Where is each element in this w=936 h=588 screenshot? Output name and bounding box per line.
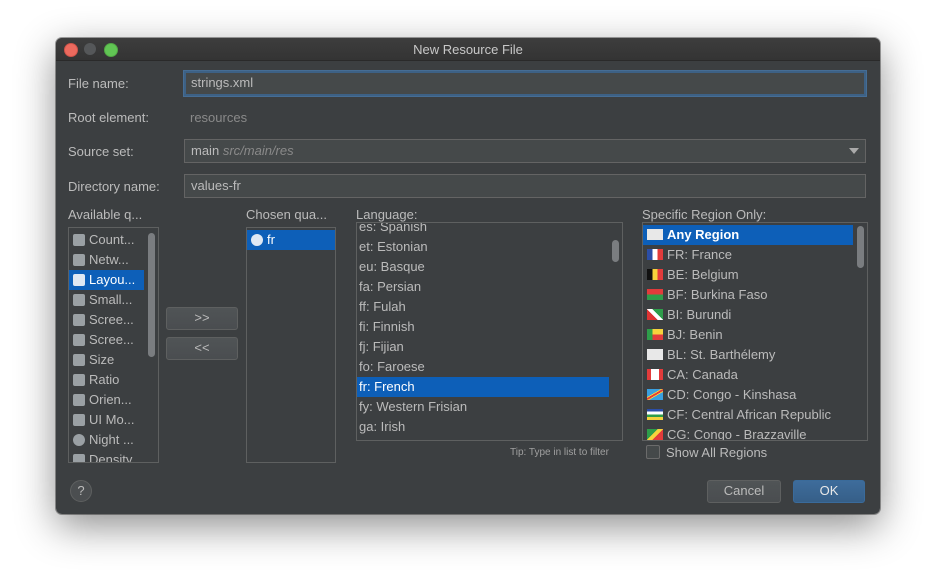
chevron-down-icon <box>849 148 859 154</box>
source-set-label: Source set: <box>68 144 134 159</box>
window-title: New Resource File <box>413 42 523 57</box>
list-item[interactable]: CF: Central African Republic <box>643 405 855 425</box>
available-qualifiers-header: Available q... <box>68 207 143 222</box>
list-item[interactable]: fj: Fijian <box>357 337 611 357</box>
list-item[interactable]: fa: Persian <box>357 277 611 297</box>
list-item[interactable]: Ratio <box>69 370 146 390</box>
screen-height-icon <box>73 334 85 346</box>
list-item[interactable]: CD: Congo - Kinshasa <box>643 385 855 405</box>
layout-icon <box>73 274 85 286</box>
list-item[interactable]: Scree... <box>69 330 146 350</box>
title-bar: New Resource File <box>56 38 880 61</box>
list-item[interactable]: es: Spanish <box>357 223 611 237</box>
list-item[interactable]: Size <box>69 350 146 370</box>
list-item[interactable]: fr <box>247 230 335 250</box>
list-item[interactable]: ga: Irish <box>357 417 611 437</box>
benin-flag-icon <box>647 329 663 340</box>
chosen-qualifiers-header: Chosen qua... <box>246 207 327 222</box>
directory-name-input[interactable]: values-fr <box>184 174 866 198</box>
list-item[interactable]: BL: St. Barthélemy <box>643 345 855 365</box>
list-item[interactable]: BF: Burkina Faso <box>643 285 855 305</box>
chosen-qualifiers-list[interactable]: fr <box>246 227 336 463</box>
region-list[interactable]: Any Region FR: France BE: Belgium BF: Bu… <box>642 222 868 441</box>
canada-flag-icon <box>647 369 663 380</box>
add-qualifier-button[interactable]: >> <box>166 307 238 330</box>
directory-name-value: values-fr <box>191 178 241 193</box>
list-item[interactable]: BE: Belgium <box>643 265 855 285</box>
list-item[interactable]: CA: Canada <box>643 365 855 385</box>
list-item[interactable]: Layou... <box>69 270 144 290</box>
france-flag-icon <box>647 249 663 260</box>
st-barthelemy-flag-icon <box>647 349 663 360</box>
size-icon <box>73 354 85 366</box>
language-list[interactable]: es: Spanish et: Estonian eu: Basque fa: … <box>356 222 623 441</box>
language-scrollbar[interactable] <box>612 240 619 262</box>
region-header: Specific Region Only: <box>642 207 767 222</box>
density-icon <box>73 454 85 462</box>
list-item[interactable]: UI Mo... <box>69 410 146 430</box>
list-item[interactable]: fr: French <box>357 377 609 397</box>
list-item[interactable]: eu: Basque <box>357 257 611 277</box>
list-item[interactable]: fy: Western Frisian <box>357 397 611 417</box>
directory-name-label: Directory name: <box>68 179 160 194</box>
list-item[interactable]: Count... <box>69 230 146 250</box>
central-african-republic-flag-icon <box>647 409 663 420</box>
globe-icon <box>251 234 263 246</box>
ratio-icon <box>73 374 85 386</box>
ui-mode-icon <box>73 414 85 426</box>
list-item[interactable]: et: Estonian <box>357 237 611 257</box>
file-name-label: File name: <box>68 76 129 91</box>
show-all-regions-label: Show All Regions <box>666 445 768 460</box>
dialog-window: New Resource File File name: strings.xml… <box>56 38 880 514</box>
list-item[interactable]: Orien... <box>69 390 146 410</box>
available-scrollbar[interactable] <box>148 233 155 357</box>
belgium-flag-icon <box>647 269 663 280</box>
cancel-button[interactable]: Cancel <box>707 480 781 503</box>
congo-kinshasa-flag-icon <box>647 389 663 400</box>
list-item[interactable]: fi: Finnish <box>357 317 611 337</box>
root-element-value: resources <box>190 110 248 125</box>
list-item[interactable]: Small... <box>69 290 146 310</box>
list-item[interactable]: Netw... <box>69 250 146 270</box>
source-set-path: src/main/res <box>222 143 294 158</box>
list-item[interactable]: Night ... <box>69 430 146 450</box>
list-item[interactable]: BI: Burundi <box>643 305 855 325</box>
root-element-label: Root element: <box>68 110 149 125</box>
help-button[interactable]: ? <box>70 480 92 502</box>
source-set-dropdown[interactable]: main src/main/res <box>184 139 866 163</box>
file-name-value: strings.xml <box>191 75 254 90</box>
available-qualifiers-list[interactable]: Count... Netw... Layou... Small... Scree… <box>68 227 159 463</box>
list-item[interactable]: fo: Faroese <box>357 357 611 377</box>
burkina-faso-flag-icon <box>647 289 663 300</box>
list-item[interactable]: Any Region <box>643 225 853 245</box>
congo-brazzaville-flag-icon <box>647 429 663 440</box>
list-item[interactable]: FR: France <box>643 245 855 265</box>
filter-tip: Tip: Type in list to filter <box>510 447 609 458</box>
ok-button[interactable]: OK <box>793 480 865 503</box>
region-scrollbar[interactable] <box>857 226 864 268</box>
locale-icon <box>73 234 85 246</box>
orientation-icon <box>73 394 85 406</box>
smallest-width-icon <box>73 294 85 306</box>
screen-width-icon <box>73 314 85 326</box>
list-item[interactable]: Scree... <box>69 310 146 330</box>
burundi-flag-icon <box>647 309 663 320</box>
night-mode-icon <box>73 434 85 446</box>
file-name-input[interactable]: strings.xml <box>184 71 866 96</box>
list-item[interactable]: ff: Fulah <box>357 297 611 317</box>
list-item[interactable]: CG: Congo - Brazzaville <box>643 425 855 440</box>
remove-qualifier-button[interactable]: << <box>166 337 238 360</box>
network-icon <box>73 254 85 266</box>
list-item[interactable]: BJ: Benin <box>643 325 855 345</box>
source-set-value: main <box>191 143 220 158</box>
list-item[interactable]: Density <box>69 450 146 462</box>
any-region-flag-icon <box>647 229 663 240</box>
language-header: Language: <box>356 207 418 222</box>
show-all-regions-checkbox[interactable] <box>646 445 660 459</box>
